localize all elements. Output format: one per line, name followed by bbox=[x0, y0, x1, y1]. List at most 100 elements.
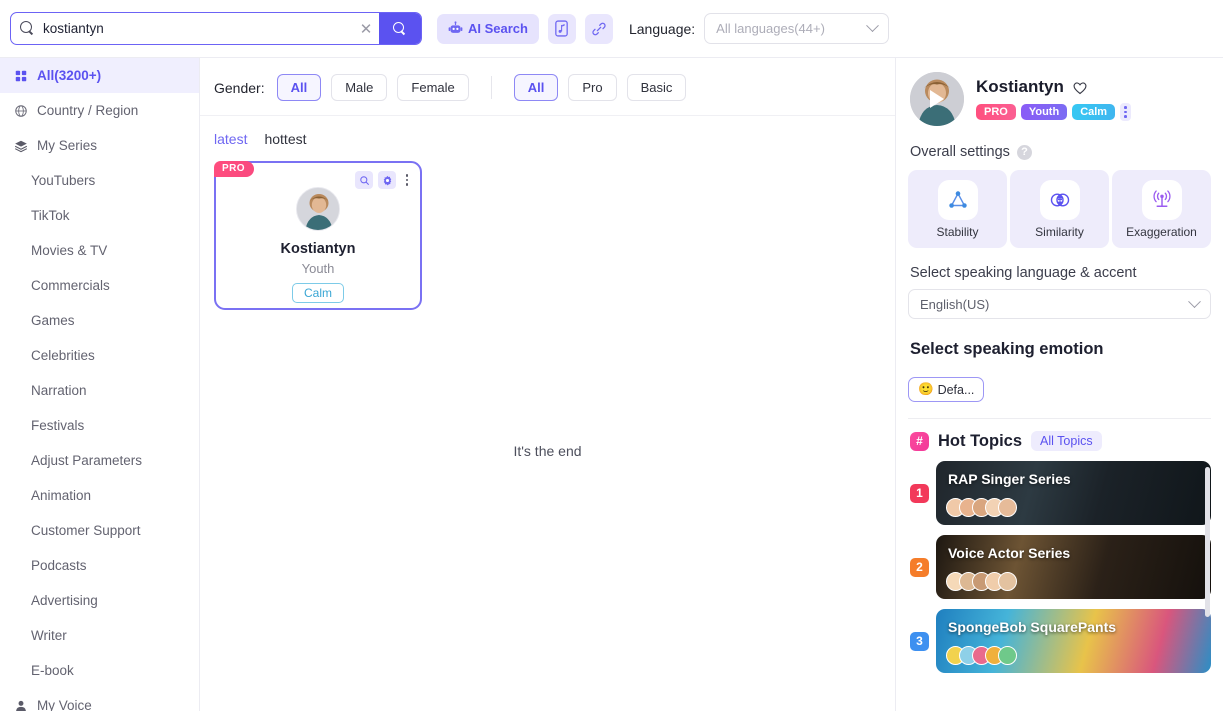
gender-filter-female[interactable]: Female bbox=[397, 74, 469, 101]
sidebar-item-label: E-book bbox=[31, 663, 74, 678]
voice-card[interactable]: PRO Kostiantyn Youth Calm bbox=[214, 161, 422, 310]
voice-detail-panel: Kostiantyn PRO Youth Calm Overall settin… bbox=[895, 58, 1223, 711]
ai-search-button[interactable]: AI Search bbox=[437, 13, 539, 44]
search-input[interactable] bbox=[43, 21, 353, 36]
badge-youth: Youth bbox=[1020, 104, 1068, 120]
tier-filter-basic[interactable]: Basic bbox=[626, 74, 687, 101]
sidebar-item-writer[interactable]: Writer bbox=[0, 618, 199, 653]
avatar-photo bbox=[297, 188, 339, 230]
speaking-language-select[interactable]: English(US) bbox=[908, 289, 1211, 319]
all-topics-button[interactable]: All Topics bbox=[1031, 431, 1102, 451]
sidebar-item-festivals[interactable]: Festivals bbox=[0, 408, 199, 443]
card-emotion-chip: Calm bbox=[291, 283, 344, 303]
language-select[interactable]: All languages(44+) bbox=[704, 13, 890, 44]
sidebar-item-label: YouTubers bbox=[31, 173, 96, 188]
gender-filter-male[interactable]: Male bbox=[331, 74, 388, 101]
music-file-icon bbox=[555, 20, 569, 37]
sidebar-item-commercials[interactable]: Commercials bbox=[0, 268, 199, 303]
hot-topic-title: RAP Singer Series bbox=[948, 471, 1071, 487]
robot-icon bbox=[448, 21, 463, 33]
sidebar-item-my-series[interactable]: My Series bbox=[0, 128, 199, 163]
search-box[interactable]: ✕ bbox=[10, 12, 422, 45]
audio-upload-button[interactable] bbox=[547, 13, 576, 44]
hot-topic-card[interactable]: RAP Singer Series bbox=[936, 461, 1211, 525]
detail-avatar[interactable] bbox=[910, 72, 964, 126]
sidebar: All(3200+) Country / Region My Series YouTu… bbox=[0, 58, 200, 711]
sidebar-item-animation[interactable]: Animation bbox=[0, 478, 199, 513]
emotion-chip-label: Defa... bbox=[937, 382, 975, 397]
sidebar-item-label: My Voice bbox=[37, 698, 92, 711]
setting-exaggeration[interactable]: Exaggeration bbox=[1112, 170, 1211, 248]
sidebar-item-label: Animation bbox=[31, 488, 92, 503]
sidebar-item-tiktok[interactable]: TikTok bbox=[0, 198, 199, 233]
sidebar-item-all-3200[interactable]: All(3200+) bbox=[0, 58, 199, 93]
sidebar-item-label: Celebrities bbox=[31, 348, 95, 363]
setting-similarity[interactable]: Similarity bbox=[1010, 170, 1109, 248]
link-icon bbox=[592, 22, 606, 35]
clear-search-icon[interactable]: ✕ bbox=[353, 13, 379, 44]
tier-filter-all[interactable]: All bbox=[513, 74, 559, 101]
language-section-title: Select speaking language & accent bbox=[910, 265, 1137, 281]
link-import-button[interactable] bbox=[584, 13, 613, 44]
sidebar-item-e-book[interactable]: E-book bbox=[0, 653, 199, 688]
hot-topic-rank: 1 bbox=[910, 483, 929, 503]
gear-icon bbox=[383, 175, 391, 185]
speaking-language-value: English(US) bbox=[920, 296, 990, 312]
search-submit-button[interactable] bbox=[379, 13, 421, 44]
avatar bbox=[998, 498, 1017, 517]
sidebar-item-podcasts[interactable]: Podcasts bbox=[0, 548, 199, 583]
detail-more-icon[interactable] bbox=[1120, 103, 1131, 121]
sidebar-item-country-region[interactable]: Country / Region bbox=[0, 93, 199, 128]
hot-topic-row[interactable]: 2 Voice Actor Series bbox=[910, 535, 1211, 599]
hot-topic-card[interactable]: SpongeBob SquarePants bbox=[936, 609, 1211, 673]
sidebar-item-label: My Series bbox=[37, 138, 98, 153]
hot-topic-avatars bbox=[946, 646, 1017, 665]
sort-tab-latest[interactable]: latest bbox=[214, 131, 247, 147]
play-icon bbox=[930, 90, 944, 108]
sidebar-item-customer-support[interactable]: Customer Support bbox=[0, 513, 199, 548]
sidebar-item-youtubers[interactable]: YouTubers bbox=[0, 163, 199, 198]
sidebar-item-label: Festivals bbox=[31, 418, 85, 433]
sidebar-item-adjust-parameters[interactable]: Adjust Parameters bbox=[0, 443, 199, 478]
card-more-icon[interactable] bbox=[401, 172, 413, 188]
card-settings-icon[interactable] bbox=[378, 171, 396, 189]
voice-card-grid: PRO Kostiantyn Youth Calm bbox=[200, 147, 895, 310]
sidebar-item-narration[interactable]: Narration bbox=[0, 373, 199, 408]
setting-exaggeration-label: Exaggeration bbox=[1126, 224, 1197, 239]
setting-stability[interactable]: Stability bbox=[908, 170, 1007, 248]
gender-filter-all[interactable]: All bbox=[276, 74, 322, 101]
hash-icon: # bbox=[910, 431, 929, 451]
topics-scrollbar[interactable] bbox=[1205, 467, 1210, 617]
detail-voice-name: Kostiantyn bbox=[976, 77, 1064, 97]
person-icon bbox=[13, 698, 28, 711]
body-region: All(3200+) Country / Region My Series YouTu… bbox=[0, 58, 1223, 711]
emotion-chip-default[interactable]: 🙂 Defa... bbox=[908, 377, 985, 402]
hot-topic-title: SpongeBob SquarePants bbox=[948, 619, 1117, 635]
search-icon bbox=[20, 21, 35, 36]
badge-calm: Calm bbox=[1072, 104, 1116, 120]
help-icon[interactable]: ? bbox=[1016, 144, 1032, 160]
hot-topic-row[interactable]: 3 SpongeBob SquarePants bbox=[910, 609, 1211, 673]
hot-topic-card[interactable]: Voice Actor Series bbox=[936, 535, 1211, 599]
hot-topic-row[interactable]: 1 RAP Singer Series bbox=[910, 461, 1211, 525]
card-age-group: Youth bbox=[301, 261, 335, 276]
chevron-down-icon bbox=[1188, 294, 1201, 308]
triangle-nodes-icon bbox=[937, 179, 978, 220]
grid-icon bbox=[13, 68, 28, 83]
card-voice-name: Kostiantyn bbox=[280, 241, 356, 257]
overall-settings-label: Overall settings bbox=[910, 144, 1010, 160]
heart-icon[interactable] bbox=[1072, 80, 1088, 95]
sort-tab-hottest[interactable]: hottest bbox=[264, 131, 306, 147]
tier-filter-pro[interactable]: Pro bbox=[568, 74, 617, 101]
sidebar-item-games[interactable]: Games bbox=[0, 303, 199, 338]
sidebar-item-my-voice[interactable]: My Voice bbox=[0, 688, 199, 711]
detail-title-block: Kostiantyn PRO Youth Calm bbox=[976, 77, 1131, 121]
language-label: Language: bbox=[628, 20, 696, 37]
sidebar-item-advertising[interactable]: Advertising bbox=[0, 583, 199, 618]
setting-stability-label: Stability bbox=[936, 224, 979, 239]
sidebar-item-movies-tv[interactable]: Movies & TV bbox=[0, 233, 199, 268]
card-preview-icon[interactable] bbox=[355, 171, 373, 189]
antenna-signal-icon bbox=[1141, 179, 1182, 220]
filter-divider bbox=[490, 76, 492, 99]
sidebar-item-celebrities[interactable]: Celebrities bbox=[0, 338, 199, 373]
